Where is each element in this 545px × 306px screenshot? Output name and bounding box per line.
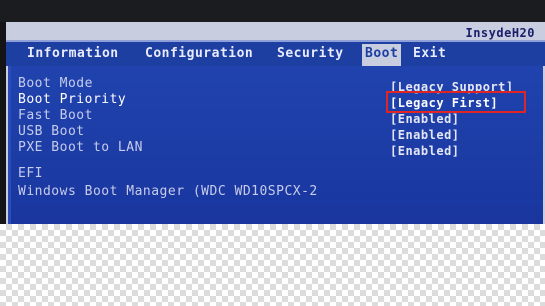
monitor-bezel	[0, 0, 545, 22]
setting-value-pxe-boot[interactable]: [Enabled]	[390, 144, 460, 158]
tab-exit[interactable]: Exit	[410, 46, 449, 61]
setting-label-boot-mode[interactable]: Boot Mode	[18, 76, 93, 91]
bios-brand: InsydeH20	[465, 26, 535, 40]
boot-list-item[interactable]: Windows Boot Manager (WDC WD10SPCX-2	[18, 184, 318, 199]
setting-value-fast-boot[interactable]: [Enabled]	[390, 112, 460, 126]
boot-list-header: EFI	[18, 166, 43, 181]
highlight-annotation-box	[386, 91, 526, 113]
tab-information[interactable]: Information	[24, 46, 122, 61]
setting-label-usb-boot[interactable]: USB Boot	[18, 124, 85, 139]
tab-boot[interactable]: Boot	[362, 44, 402, 66]
bios-menubar: InsydeH20 Information Configuration Secu…	[6, 26, 545, 66]
setting-value-usb-boot[interactable]: [Enabled]	[390, 128, 460, 142]
setting-label-boot-priority[interactable]: Boot Priority	[18, 92, 126, 107]
tab-security[interactable]: Security	[274, 46, 347, 61]
setting-label-pxe-boot[interactable]: PXE Boot to LAN	[18, 140, 143, 155]
transparency-placeholder	[0, 224, 545, 306]
tab-configuration[interactable]: Configuration	[142, 46, 256, 61]
setting-label-fast-boot[interactable]: Fast Boot	[18, 108, 93, 123]
